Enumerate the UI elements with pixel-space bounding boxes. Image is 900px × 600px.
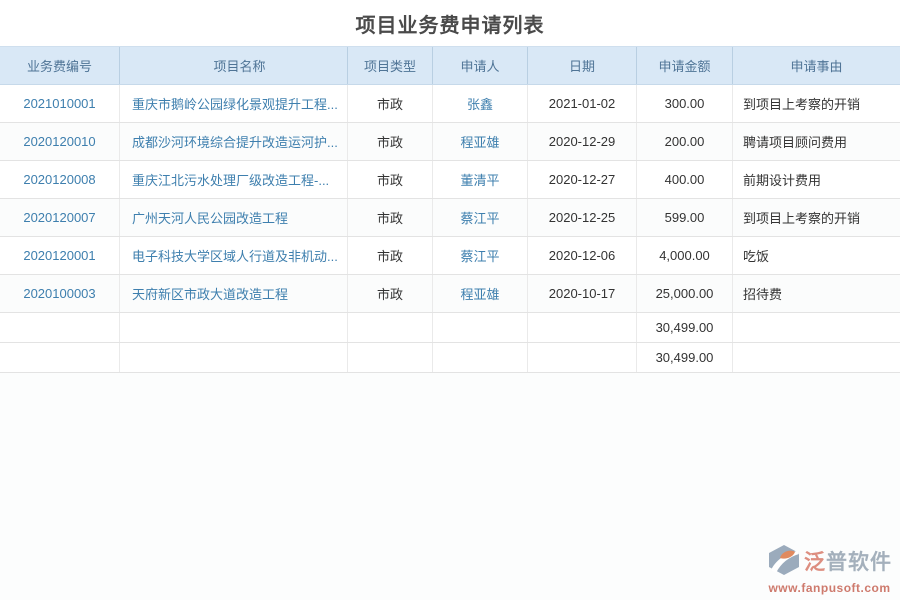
- applicant-link[interactable]: 程亚雄: [460, 132, 499, 151]
- date-cell: 2020-12-29: [528, 123, 637, 160]
- project-link[interactable]: 天府新区市政大道改造工程: [132, 284, 288, 303]
- col-header-type: 项目类型: [348, 47, 433, 84]
- project-type-cell: 市政: [348, 237, 433, 274]
- project-type-cell: 市政: [348, 85, 433, 122]
- reason-cell: 吃饭: [733, 237, 900, 274]
- fee-id-link[interactable]: 2020120001: [23, 248, 95, 263]
- table-row: 2020100003 天府新区市政大道改造工程 市政 程亚雄 2020-10-1…: [0, 275, 900, 313]
- fee-id-link[interactable]: 2020120007: [23, 210, 95, 225]
- col-header-project: 项目名称: [120, 47, 348, 84]
- table-row: 2021010001 重庆市鹅岭公园绿化景观提升工程... 市政 张鑫 2021…: [0, 85, 900, 123]
- date-cell: 2021-01-02: [528, 85, 637, 122]
- fanpu-brand-link[interactable]: 泛普软件 www.fanpusoft.com: [767, 544, 892, 594]
- table-row: 2020120008 重庆江北污水处理厂级改造工程-... 市政 董清平 202…: [0, 161, 900, 199]
- reason-cell: 招待费: [733, 275, 900, 312]
- project-link[interactable]: 成都沙河环境综合提升改造运河护...: [132, 132, 338, 151]
- fee-id-link[interactable]: 2020100003: [23, 286, 95, 301]
- project-link[interactable]: 广州天河人民公园改造工程: [132, 208, 288, 227]
- grand-total-amount: 30,499.00: [637, 343, 733, 372]
- title-bar: 项目业务费申请列表: [0, 0, 900, 46]
- reason-cell: 到项目上考察的开销: [733, 85, 900, 122]
- project-type-cell: 市政: [348, 199, 433, 236]
- amount-cell: 4,000.00: [637, 237, 733, 274]
- project-type-cell: 市政: [348, 275, 433, 312]
- col-header-date: 日期: [528, 47, 637, 84]
- table-row: 2020120007 广州天河人民公园改造工程 市政 蔡江平 2020-12-2…: [0, 199, 900, 237]
- date-cell: 2020-12-25: [528, 199, 637, 236]
- fanpu-logo-icon: [767, 544, 801, 580]
- col-header-reason: 申请事由: [733, 47, 900, 84]
- project-type-cell: 市政: [348, 123, 433, 160]
- table-row: 2020120010 成都沙河环境综合提升改造运河护... 市政 程亚雄 202…: [0, 123, 900, 161]
- amount-cell: 300.00: [637, 85, 733, 122]
- grand-total-row: 30,499.00: [0, 343, 900, 373]
- applicant-link[interactable]: 程亚雄: [460, 284, 499, 303]
- fee-id-link[interactable]: 2020120010: [23, 134, 95, 149]
- project-link[interactable]: 重庆江北污水处理厂级改造工程-...: [132, 170, 329, 189]
- table-row: 2020120001 电子科技大学区域人行道及非机动... 市政 蔡江平 202…: [0, 237, 900, 275]
- brand-website: www.fanpusoft.com: [768, 582, 890, 594]
- reason-cell: 聘请项目顾问费用: [733, 123, 900, 160]
- business-fee-table: 业务费编号 项目名称 项目类型 申请人 日期 申请金额 申请事由 2021010…: [0, 46, 900, 373]
- project-link[interactable]: 重庆市鹅岭公园绿化景观提升工程...: [132, 94, 338, 113]
- amount-cell: 25,000.00: [637, 275, 733, 312]
- fee-id-link[interactable]: 2020120008: [23, 172, 95, 187]
- date-cell: 2020-12-06: [528, 237, 637, 274]
- project-link[interactable]: 电子科技大学区域人行道及非机动...: [132, 246, 338, 265]
- page-total-amount: 30,499.00: [637, 313, 733, 342]
- date-cell: 2020-10-17: [528, 275, 637, 312]
- brand-name: 泛普软件: [804, 552, 892, 573]
- fee-id-link[interactable]: 2021010001: [23, 96, 95, 111]
- reason-cell: 到项目上考察的开销: [733, 199, 900, 236]
- col-header-amount: 申请金额: [637, 47, 733, 84]
- date-cell: 2020-12-27: [528, 161, 637, 198]
- col-header-applicant: 申请人: [433, 47, 528, 84]
- applicant-link[interactable]: 董清平: [460, 170, 499, 189]
- reason-cell: 前期设计费用: [733, 161, 900, 198]
- amount-cell: 599.00: [637, 199, 733, 236]
- page-title: 项目业务费申请列表: [356, 9, 545, 38]
- page-total-row: 30,499.00: [0, 313, 900, 343]
- amount-cell: 400.00: [637, 161, 733, 198]
- table-header-row: 业务费编号 项目名称 项目类型 申请人 日期 申请金额 申请事由: [0, 47, 900, 85]
- project-type-cell: 市政: [348, 161, 433, 198]
- applicant-link[interactable]: 蔡江平: [460, 208, 499, 227]
- col-header-fee-id: 业务费编号: [0, 47, 120, 84]
- applicant-link[interactable]: 张鑫: [467, 94, 493, 113]
- amount-cell: 200.00: [637, 123, 733, 160]
- applicant-link[interactable]: 蔡江平: [460, 246, 499, 265]
